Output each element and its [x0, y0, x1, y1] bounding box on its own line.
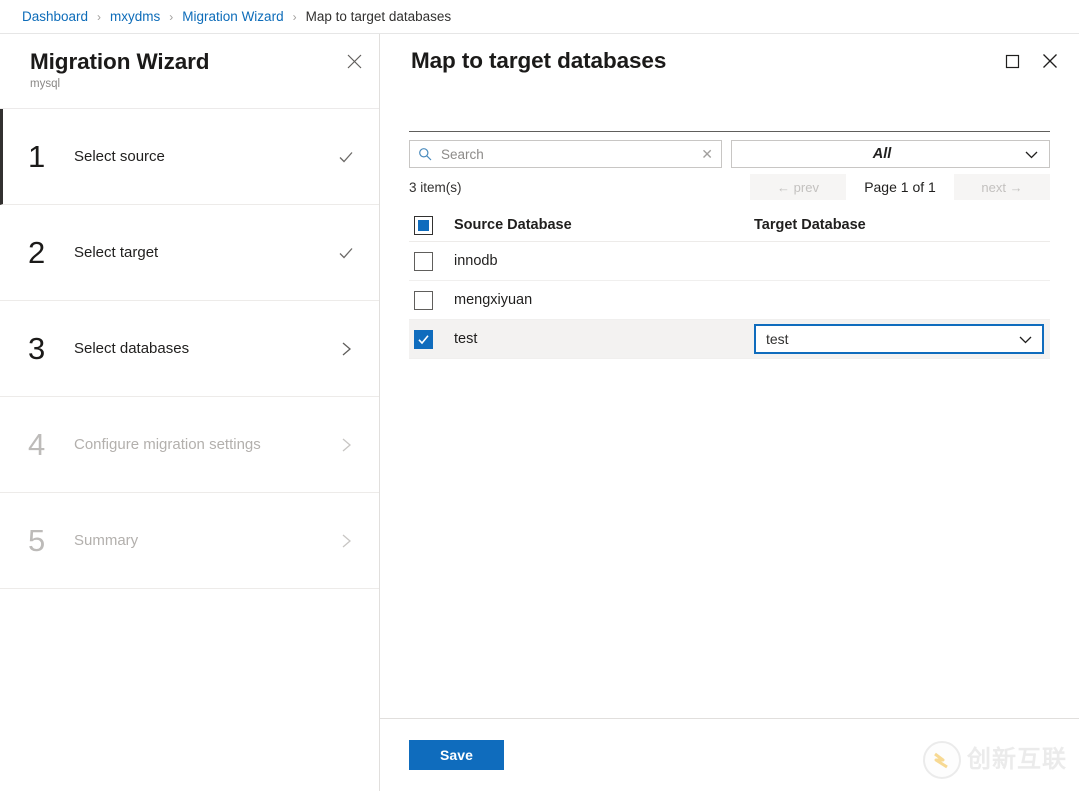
blade-footer: Save [380, 718, 1079, 791]
row-checkbox[interactable] [414, 291, 433, 310]
table-row[interactable]: mengxiyuan [409, 281, 1050, 320]
target-database-dropdown[interactable]: test [754, 324, 1044, 354]
row-checkbox-cell [409, 330, 454, 349]
wizard-header: Migration Wizard mysql [0, 34, 379, 109]
step-number: 1 [28, 140, 74, 174]
blade-body: ✕ All 3 item(s) ← prev Page 1 of 1 [380, 88, 1079, 718]
target-database-value: test [766, 331, 1017, 347]
chevron-down-icon [1023, 146, 1040, 163]
wizard-step-configure-migration-settings: 4 Configure migration settings [0, 397, 379, 493]
breadcrumb-separator: › [97, 10, 101, 24]
breadcrumb-item-mxydms[interactable]: mxydms [110, 9, 160, 24]
step-status [335, 148, 357, 166]
search-box[interactable]: ✕ [409, 140, 722, 168]
step-label: Select databases [74, 340, 335, 357]
close-icon [1042, 53, 1058, 69]
breadcrumb-item-migration-wizard[interactable]: Migration Wizard [182, 9, 283, 24]
prev-page-button[interactable]: ← prev [750, 174, 846, 200]
filter-dropdown-value: All [741, 146, 1023, 162]
table-row[interactable]: test test [409, 320, 1050, 359]
step-number: 2 [28, 236, 74, 270]
save-button[interactable]: Save [409, 740, 504, 770]
check-icon [337, 244, 355, 262]
source-database-name: test [454, 331, 754, 347]
breadcrumb-item-current: Map to target databases [306, 9, 452, 24]
target-database-cell: test [754, 324, 1050, 354]
step-status [335, 244, 357, 262]
filter-dropdown[interactable]: All [731, 140, 1050, 168]
row-checkbox[interactable] [414, 330, 433, 349]
search-icon [418, 147, 432, 161]
breadcrumb-separator: › [169, 10, 173, 24]
paging-row: 3 item(s) ← prev Page 1 of 1 next → [409, 174, 1050, 200]
clear-icon[interactable]: ✕ [699, 147, 715, 161]
step-label: Configure migration settings [74, 436, 335, 453]
chevron-right-icon [338, 533, 354, 549]
wizard-close-button[interactable] [341, 48, 367, 74]
close-icon [347, 54, 362, 69]
select-all-checkbox[interactable] [414, 216, 433, 235]
breadcrumb: Dashboard › mxydms › Migration Wizard › … [0, 0, 1079, 33]
step-status [335, 437, 357, 453]
wizard-step-select-databases[interactable]: 3 Select databases [0, 301, 379, 397]
step-label: Select target [74, 244, 335, 261]
item-count: 3 item(s) [409, 180, 750, 195]
wizard-title: Migration Wizard [30, 48, 359, 76]
breadcrumb-item-dashboard[interactable]: Dashboard [22, 9, 88, 24]
check-icon [337, 148, 355, 166]
blade-header: Map to target databases [380, 34, 1079, 88]
chevron-down-icon [1017, 331, 1034, 348]
column-header-target-database: Target Database [754, 217, 1050, 233]
step-status [335, 341, 357, 357]
step-number: 5 [28, 524, 74, 558]
step-number: 3 [28, 332, 74, 366]
table-header-row: Source Database Target Database [409, 209, 1050, 242]
wizard-steps: 1 Select source 2 Select target [0, 109, 379, 589]
search-input[interactable] [439, 146, 699, 163]
pagination: ← prev Page 1 of 1 next → [750, 174, 1050, 200]
next-page-button[interactable]: next → [954, 174, 1050, 200]
page-indicator: Page 1 of 1 [846, 174, 954, 200]
databases-table: Source Database Target Database innodb m… [409, 209, 1050, 359]
blade-window-controls [997, 46, 1065, 76]
source-database-name: innodb [454, 253, 754, 269]
chevron-right-icon [338, 341, 354, 357]
section-divider [409, 131, 1050, 132]
wizard-step-summary: 5 Summary [0, 493, 379, 589]
select-all-cell [409, 216, 454, 235]
filter-row: ✕ All [409, 140, 1050, 168]
column-header-source-database: Source Database [454, 217, 754, 233]
table-row[interactable]: innodb [409, 242, 1050, 281]
row-checkbox[interactable] [414, 252, 433, 271]
step-number: 4 [28, 428, 74, 462]
blade-close-button[interactable] [1035, 46, 1065, 76]
map-to-target-databases-blade: Map to target databases [380, 34, 1079, 791]
chevron-right-icon [338, 437, 354, 453]
step-label: Select source [74, 148, 335, 165]
step-label: Summary [74, 532, 335, 549]
wizard-step-select-target[interactable]: 2 Select target [0, 205, 379, 301]
page-title: Map to target databases [411, 48, 997, 74]
source-database-name: mengxiyuan [454, 292, 754, 308]
maximize-button[interactable] [997, 46, 1027, 76]
step-status [335, 533, 357, 549]
wizard-step-select-source[interactable]: 1 Select source [0, 109, 379, 205]
breadcrumb-separator: › [293, 10, 297, 24]
wizard-subtitle: mysql [30, 77, 359, 91]
check-icon [417, 333, 430, 346]
row-checkbox-cell [409, 291, 454, 310]
workspace: Migration Wizard mysql 1 Select source 2 [0, 33, 1079, 791]
row-checkbox-cell [409, 252, 454, 271]
migration-wizard-panel: Migration Wizard mysql 1 Select source 2 [0, 34, 380, 791]
maximize-icon [1005, 54, 1020, 69]
